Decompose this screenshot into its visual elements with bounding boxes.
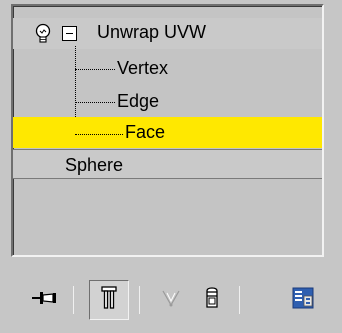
toolbar-separator — [139, 286, 140, 314]
stack-item-vertex[interactable]: Vertex — [13, 53, 322, 84]
make-unique-icon — [161, 288, 181, 313]
stack-item-edge[interactable]: Edge — [13, 86, 322, 117]
show-end-result-button[interactable] — [89, 280, 129, 320]
pin-stack-button[interactable] — [25, 280, 63, 320]
remove-modifier-button[interactable] — [197, 280, 227, 320]
modifier-stack-toolbar — [11, 278, 326, 322]
pin-stack-icon — [31, 290, 57, 311]
tree-connector — [75, 134, 123, 135]
modify-panel: Unwrap UVW Vertex Edge Face Sphere — [0, 0, 342, 333]
stack-item-label: Sphere — [65, 155, 124, 175]
stack-item-sphere[interactable]: Sphere — [13, 149, 322, 179]
stack-item-face[interactable]: Face — [13, 117, 322, 148]
configure-modifier-sets-icon — [292, 287, 314, 314]
configure-modifier-sets-button[interactable] — [287, 280, 319, 320]
modifier-stack-list[interactable]: Unwrap UVW Vertex Edge Face Sphere — [11, 4, 324, 257]
show-end-result-icon — [101, 285, 117, 315]
toolbar-separator — [239, 286, 240, 314]
stack-item-unwrap-uvw[interactable]: Unwrap UVW — [13, 18, 322, 49]
remove-modifier-icon — [204, 286, 220, 314]
stack-item-label: Face — [125, 122, 166, 142]
stack-item-label: Unwrap UVW — [97, 22, 207, 42]
stack-item-label: Vertex — [117, 58, 169, 78]
make-unique-button[interactable] — [154, 280, 188, 320]
toolbar-separator — [73, 286, 74, 314]
lightbulb-toggle-icon[interactable] — [33, 23, 53, 45]
collapse-toggle-icon[interactable] — [62, 26, 77, 41]
stack-item-label: Edge — [117, 91, 160, 111]
